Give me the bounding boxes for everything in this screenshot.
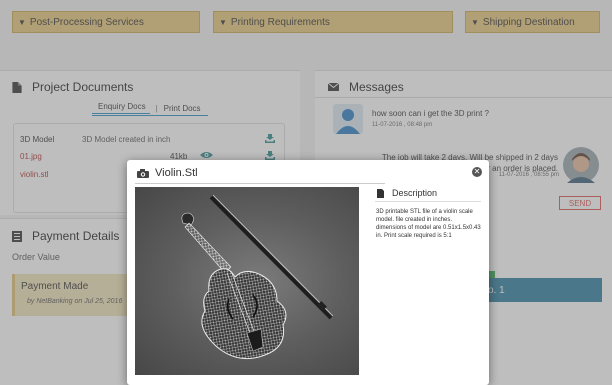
violin-wireframe (181, 194, 334, 360)
description-heading: Description (392, 188, 438, 198)
modal-title: Violin.Stl (155, 167, 198, 179)
file-icon (377, 188, 384, 198)
modal-title-rule (135, 183, 385, 184)
close-icon[interactable]: ✕ (472, 167, 482, 177)
description-text: 3D printable STL file of a violin scale … (376, 209, 481, 239)
camera-icon (137, 168, 149, 178)
3d-model-viewer[interactable] (135, 187, 359, 375)
description-header: Description (377, 188, 437, 198)
description-rule (375, 201, 481, 202)
model-preview-modal: Violin.Stl ✕ Description 3D printable ST… (127, 160, 489, 385)
modal-header: Violin.Stl (137, 167, 198, 179)
